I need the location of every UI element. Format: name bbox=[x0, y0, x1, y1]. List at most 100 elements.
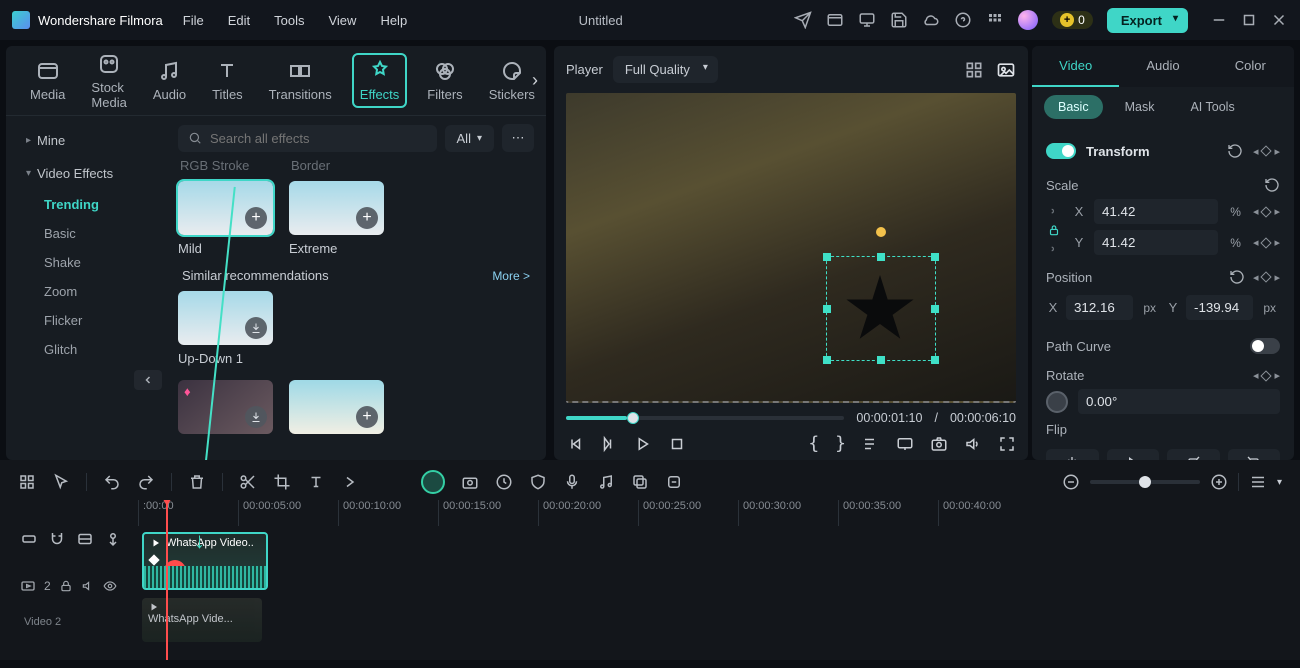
filter-all-dropdown[interactable]: All▾ bbox=[445, 125, 494, 152]
flip-rotate-ccw-button[interactable] bbox=[1228, 449, 1281, 460]
monitor-icon[interactable] bbox=[858, 11, 876, 29]
scale-y-keyframe[interactable]: ◂▸ bbox=[1253, 236, 1280, 249]
play-icon[interactable] bbox=[634, 435, 652, 453]
project-icon[interactable] bbox=[826, 11, 844, 29]
menu-view[interactable]: View bbox=[328, 13, 356, 28]
effect-extreme[interactable]: + Extreme bbox=[289, 181, 384, 256]
track-height-dropdown-icon[interactable]: ▾ bbox=[1277, 477, 1282, 488]
undo-icon[interactable] bbox=[103, 473, 121, 491]
zoom-out-icon[interactable] bbox=[1062, 473, 1080, 491]
track-mute-icon[interactable] bbox=[81, 579, 95, 593]
volume-icon[interactable] bbox=[964, 435, 982, 453]
apps-icon[interactable] bbox=[986, 11, 1004, 29]
download-icon[interactable] bbox=[245, 317, 267, 339]
subtab-basic[interactable]: Basic bbox=[1044, 95, 1103, 119]
track-marker-icon[interactable] bbox=[104, 530, 122, 548]
progress-knob[interactable] bbox=[627, 412, 639, 424]
prev-frame-icon[interactable] bbox=[566, 435, 584, 453]
tab-filters[interactable]: Filters bbox=[421, 55, 468, 106]
more-tools-icon[interactable] bbox=[341, 473, 359, 491]
ai-badge-icon[interactable] bbox=[421, 470, 445, 494]
pointer-icon[interactable] bbox=[52, 473, 70, 491]
tab-transitions[interactable]: Transitions bbox=[263, 55, 338, 106]
more-link[interactable]: More > bbox=[492, 269, 530, 283]
transform-keyframe-controls[interactable]: ◂▸ bbox=[1253, 145, 1280, 158]
marker-list-icon[interactable] bbox=[862, 435, 880, 453]
subtab-mask[interactable]: Mask bbox=[1111, 95, 1169, 119]
image-view-icon[interactable] bbox=[996, 60, 1016, 80]
track-adjust-icon[interactable] bbox=[76, 530, 94, 548]
close-icon[interactable] bbox=[1270, 11, 1288, 29]
camera-tool-icon[interactable] bbox=[461, 473, 479, 491]
position-reset-icon[interactable] bbox=[1229, 269, 1245, 285]
scale-x-keyframe[interactable]: ◂▸ bbox=[1253, 205, 1280, 218]
position-keyframe[interactable]: ◂▸ bbox=[1253, 271, 1280, 284]
rotation-handle[interactable] bbox=[876, 227, 886, 237]
download-icon[interactable] bbox=[245, 406, 267, 428]
menu-file[interactable]: File bbox=[183, 13, 204, 28]
scale-x-input[interactable] bbox=[1094, 199, 1218, 224]
transform-toggle[interactable] bbox=[1046, 143, 1076, 159]
split-icon[interactable] bbox=[239, 473, 257, 491]
more-options-button[interactable]: ⋯ bbox=[502, 124, 534, 152]
effect-up-down-1[interactable]: Up-Down 1 bbox=[178, 291, 273, 366]
track-link-icon[interactable] bbox=[20, 530, 38, 548]
selection-box[interactable] bbox=[826, 256, 936, 361]
quality-dropdown[interactable]: Full Quality bbox=[613, 56, 718, 83]
playhead[interactable] bbox=[166, 500, 168, 660]
track-magnet-icon[interactable] bbox=[48, 530, 66, 548]
tab-media[interactable]: Media bbox=[24, 55, 71, 106]
display-toggle-icon[interactable] bbox=[896, 435, 914, 453]
sidebar-item-video-effects[interactable]: Video Effects bbox=[12, 157, 160, 190]
pos-x-input[interactable] bbox=[1066, 295, 1133, 320]
layout-icon[interactable] bbox=[18, 473, 36, 491]
effect-reco-2[interactable]: + bbox=[289, 380, 384, 434]
send-icon[interactable] bbox=[794, 11, 812, 29]
preview-viewport[interactable] bbox=[566, 93, 1016, 403]
copy-tool-icon[interactable] bbox=[631, 473, 649, 491]
track-lock-icon[interactable] bbox=[59, 579, 73, 593]
cloud-icon[interactable] bbox=[922, 11, 940, 29]
delete-icon[interactable] bbox=[188, 473, 206, 491]
inspector-tab-color[interactable]: Color bbox=[1207, 46, 1294, 87]
add-effect-icon[interactable]: + bbox=[356, 406, 378, 428]
zoom-in-icon[interactable] bbox=[1210, 473, 1228, 491]
menu-edit[interactable]: Edit bbox=[228, 13, 250, 28]
sidebar-sub-trending[interactable]: Trending bbox=[12, 190, 160, 219]
sidebar-collapse-button[interactable] bbox=[134, 370, 162, 390]
sidebar-sub-flicker[interactable]: Flicker bbox=[12, 306, 160, 335]
timeline-clip-2[interactable]: WhatsApp Vide... bbox=[142, 598, 262, 642]
transform-reset-icon[interactable] bbox=[1227, 143, 1243, 159]
mark-out-icon[interactable]: } bbox=[835, 433, 846, 454]
scale-y-input[interactable] bbox=[1094, 230, 1218, 255]
inspector-tab-audio[interactable]: Audio bbox=[1119, 46, 1206, 87]
flip-rotate-cw-button[interactable] bbox=[1167, 449, 1220, 460]
sidebar-sub-basic[interactable]: Basic bbox=[12, 219, 160, 248]
tab-audio[interactable]: Audio bbox=[147, 55, 192, 106]
tab-effects[interactable]: Effects bbox=[352, 53, 408, 108]
sidebar-sub-shake[interactable]: Shake bbox=[12, 248, 160, 277]
sidebar-sub-zoom[interactable]: Zoom bbox=[12, 277, 160, 306]
stop-icon[interactable] bbox=[668, 435, 686, 453]
marker-icon[interactable] bbox=[665, 473, 683, 491]
fullscreen-icon[interactable] bbox=[998, 435, 1016, 453]
sidebar-item-mine[interactable]: Mine bbox=[12, 124, 160, 157]
search-input-wrapper[interactable] bbox=[178, 125, 437, 152]
text-tool-icon[interactable] bbox=[307, 473, 325, 491]
add-effect-icon[interactable]: + bbox=[245, 207, 267, 229]
redo-icon[interactable] bbox=[137, 473, 155, 491]
crop-icon[interactable] bbox=[273, 473, 291, 491]
minimize-icon[interactable] bbox=[1210, 11, 1228, 29]
rotate-keyframe[interactable]: ◂▸ bbox=[1253, 369, 1280, 382]
mark-in-icon[interactable]: { bbox=[808, 433, 819, 454]
menu-help[interactable]: Help bbox=[380, 13, 407, 28]
scale-lock-icon[interactable] bbox=[1047, 223, 1061, 237]
timeline-tracks[interactable]: :00:00 00:00:05:00 00:00:10:00 00:00:15:… bbox=[138, 500, 1292, 660]
tabs-overflow-icon[interactable]: › bbox=[532, 70, 538, 91]
pos-y-input[interactable] bbox=[1186, 295, 1253, 320]
shield-icon[interactable] bbox=[529, 473, 547, 491]
add-effect-icon[interactable]: + bbox=[356, 207, 378, 229]
time-ruler[interactable]: :00:00 00:00:05:00 00:00:10:00 00:00:15:… bbox=[138, 500, 1292, 526]
track-visible-icon[interactable] bbox=[103, 579, 117, 593]
track-height-icon[interactable] bbox=[1249, 473, 1267, 491]
